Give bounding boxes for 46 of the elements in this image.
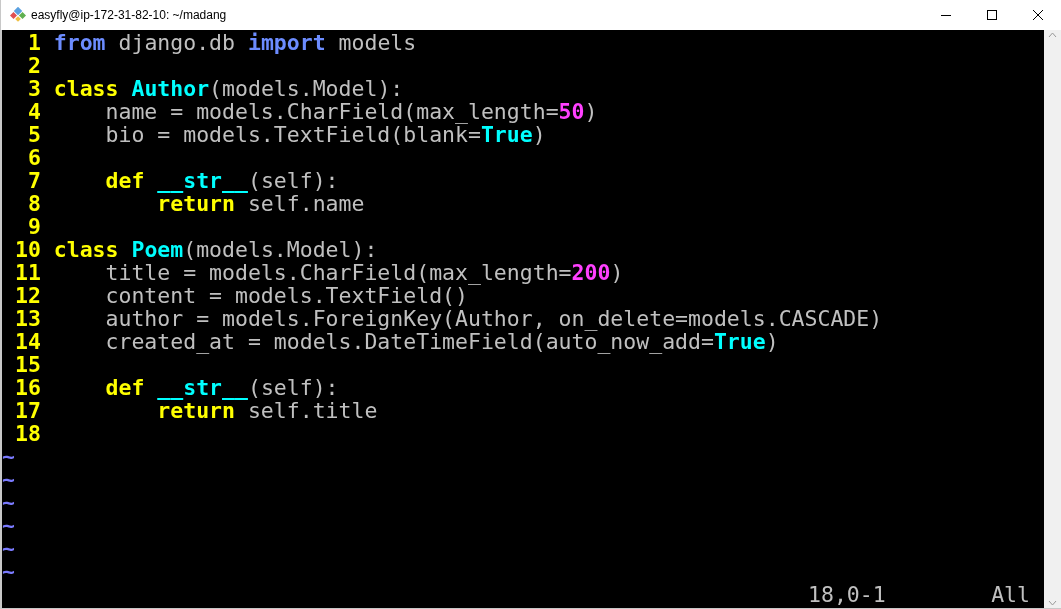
line-number: 11 <box>13 261 41 284</box>
empty-line-tilde: ~ <box>2 444 15 469</box>
app-icon <box>10 7 26 23</box>
line-number: 15 <box>13 353 41 376</box>
line-number: 2 <box>26 54 41 77</box>
line-number: 8 <box>26 192 41 215</box>
empty-line-tilde: ~ <box>2 467 15 492</box>
line-number: 14 <box>13 330 41 353</box>
scroll-indicator: All <box>991 583 1030 606</box>
code-line: title = models.CharField(max_length=200) <box>104 261 624 284</box>
code-line: from django.db import models <box>53 31 417 54</box>
code-line: return self.name <box>156 192 365 215</box>
line-number: 17 <box>13 399 41 422</box>
scroll-down-icon <box>1048 600 1057 606</box>
close-icon <box>1033 10 1043 20</box>
line-number: 3 <box>26 77 41 100</box>
line-number: 4 <box>26 100 41 123</box>
line-number: 10 <box>13 238 41 261</box>
line-number: 1 <box>26 31 41 54</box>
empty-line-tilde: ~ <box>2 513 15 538</box>
code-line: bio = models.TextField(blank=True) <box>104 123 546 146</box>
code-line: class Poem(models.Model): <box>53 238 378 261</box>
empty-line-tilde: ~ <box>2 490 15 515</box>
line-number: 12 <box>13 284 41 307</box>
scroll-up-icon <box>1048 32 1057 38</box>
maximize-icon <box>987 10 997 20</box>
code-line: def __str__(self): <box>104 169 339 192</box>
line-number: 18 <box>13 422 41 445</box>
line-number: 7 <box>26 169 41 192</box>
empty-line-tilde: ~ <box>2 559 15 584</box>
code-line: def __str__(self): <box>104 376 339 399</box>
line-number: 13 <box>13 307 41 330</box>
code-line: content = models.TextField() <box>104 284 468 307</box>
line-number: 6 <box>26 146 41 169</box>
empty-line-tilde: ~ <box>2 536 15 561</box>
window-title: easyfly@ip-172-31-82-10: ~/madang <box>31 7 227 24</box>
code-line: name = models.CharField(max_length=50) <box>104 100 598 123</box>
line-number: 5 <box>26 123 41 146</box>
line-number: 16 <box>13 376 41 399</box>
cursor-position: 18,0-1 <box>808 583 886 606</box>
code-line: author = models.ForeignKey(Author, on_delete=models.CASCADE) <box>104 307 883 330</box>
line-number: 9 <box>26 215 41 238</box>
code-line: created_at = models.DateTimeField(auto_now_add=True) <box>104 330 779 353</box>
code-line: class Author(models.Model): <box>53 77 404 100</box>
scrollbar[interactable] <box>1044 30 1061 608</box>
code-line: return self.title <box>156 399 378 422</box>
